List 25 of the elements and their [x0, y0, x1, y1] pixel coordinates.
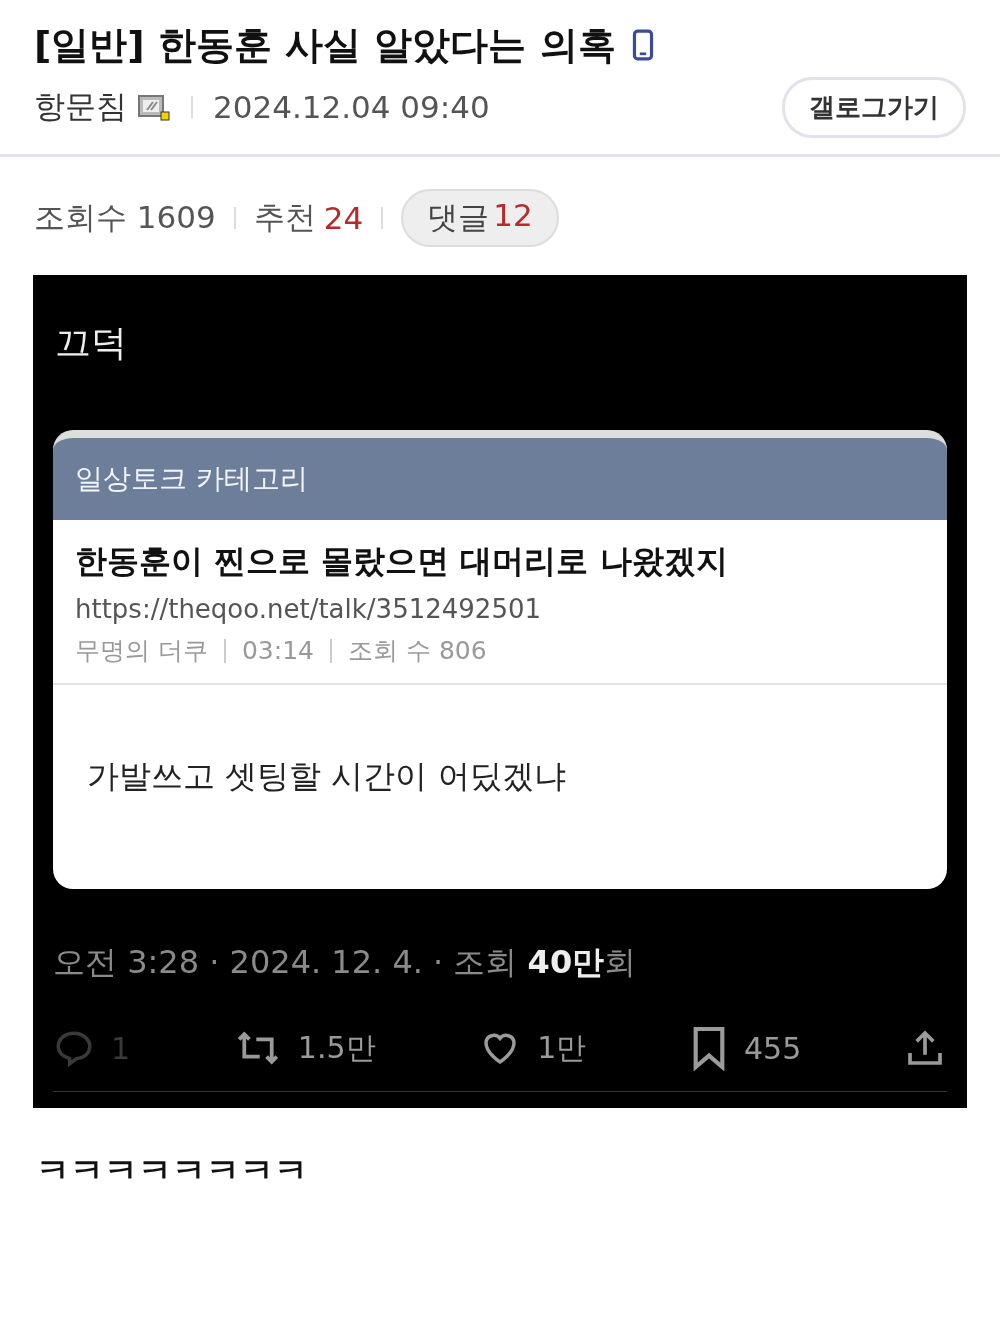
- quoted-meta: 무명의 더쿠: [75, 635, 208, 667]
- recommend-label: 추천: [253, 198, 316, 237]
- category-header: 일상토크 카테고리: [53, 438, 947, 520]
- quoted-title: 한동훈이 찐으로 몰랐으면 대머리로 나왔겠지: [75, 541, 729, 582]
- share-icon[interactable]: [905, 1028, 945, 1068]
- tweet-timestamp: 오전 3:28 · 2024. 12. 4. · 조회 40만회: [53, 942, 638, 983]
- action-count: 1: [111, 1030, 131, 1066]
- recommend-count: 24: [323, 200, 364, 236]
- tweet-text: 끄덕: [55, 321, 128, 365]
- quoted-meta: 03:14: [241, 636, 314, 665]
- action-count: 1.5만: [297, 1028, 376, 1067]
- action-count: 455: [744, 1030, 802, 1066]
- phone-icon: [631, 29, 654, 61]
- quoted-meta: 조회 수 806: [348, 635, 487, 667]
- body-text: ㅋㅋㅋㅋㅋㅋㅋㅋ: [35, 1149, 309, 1192]
- comment-button[interactable]: 댓글 12: [401, 189, 559, 247]
- view-count: 조회수 1609: [34, 198, 216, 237]
- level-icon: [137, 92, 171, 122]
- quoted-body: 가발쓰고 셋팅할 시간이 어딨겠냐: [86, 756, 567, 797]
- gallog-button[interactable]: 갤로그가기: [782, 76, 966, 138]
- author-name[interactable]: 항문침: [34, 86, 127, 128]
- quoted-url: https://theqoo.net/talk/3512492501: [75, 594, 542, 624]
- post-title: [일반] 한동훈 사실 알았다는 의혹: [34, 22, 616, 69]
- post-date: 2024.12.04 09:40: [213, 89, 490, 125]
- action-count: 1만: [537, 1028, 587, 1067]
